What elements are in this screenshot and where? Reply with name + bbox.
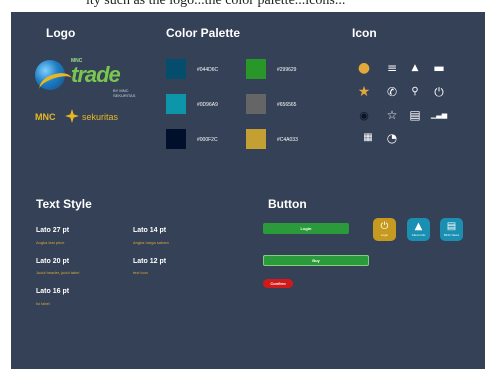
menu-icon: ≡ bbox=[386, 61, 398, 75]
confirm-button[interactable]: Confirm bbox=[263, 279, 293, 288]
account-circle-icon: ● bbox=[357, 60, 371, 76]
text-style-lato-16: Lato 16 pt bbox=[36, 288, 70, 295]
client-info-tile-button[interactable]: ▲ Client Info bbox=[407, 218, 430, 241]
color-palette-heading: Color Palette bbox=[166, 26, 241, 40]
swatch-label: #0D96A9 bbox=[197, 102, 218, 108]
text-style-lato-12-desc: text icon bbox=[133, 270, 148, 275]
swatch-label: #299629 bbox=[277, 67, 297, 73]
text-style-lato-12: Lato 12 pt bbox=[133, 258, 167, 265]
document-icon: ▤ bbox=[446, 221, 457, 232]
text-style-lato-14-desc: Angka harga saham bbox=[133, 240, 169, 245]
text-style-lato-27: Lato 27 pt bbox=[36, 227, 70, 234]
swatch-c4a033 bbox=[246, 129, 266, 149]
swatch-000f2c bbox=[166, 129, 186, 149]
swatch-label: #C4A033 bbox=[277, 137, 298, 143]
buy-button[interactable]: Buy bbox=[263, 255, 369, 266]
swatch-044d6c bbox=[166, 59, 186, 79]
swatch-label: #044D6C bbox=[197, 67, 219, 73]
phone-icon: ✆ bbox=[386, 85, 398, 99]
swatch-656565 bbox=[246, 94, 266, 114]
login-tile-button[interactable]: ⏻ Login bbox=[373, 218, 396, 241]
style-guide-board: Logo Color Palette Icon Text Style Butto… bbox=[11, 12, 485, 369]
search-icon: ⚲ bbox=[411, 86, 419, 97]
text-style-lato-14: Lato 14 pt bbox=[133, 227, 167, 234]
logo-heading: Logo bbox=[46, 26, 76, 40]
text-style-lato-20-desc: Judul header, judul tabel bbox=[36, 270, 80, 275]
star-mark-icon bbox=[65, 109, 79, 123]
news-tile-button[interactable]: ▤ MNC News bbox=[440, 218, 463, 241]
pie-chart-icon: ◔ bbox=[386, 131, 398, 145]
text-style-heading: Text Style bbox=[36, 197, 92, 211]
document-top-strip: ity such as the logo...the color palette… bbox=[0, 0, 496, 12]
login-button[interactable]: Login bbox=[263, 223, 349, 234]
swatch-label: #000F2C bbox=[197, 137, 218, 143]
icon-heading: Icon bbox=[352, 26, 377, 40]
mnc-sekuritas-logo: MNC sekuritas bbox=[35, 108, 145, 128]
tile-label: Login bbox=[380, 233, 389, 237]
swatch-label: #656565 bbox=[277, 102, 297, 108]
person-icon: ▲ bbox=[414, 221, 423, 232]
top-caption: ity such as the logo...the color palette… bbox=[86, 0, 346, 8]
swatch-299629 bbox=[246, 59, 266, 79]
person-icon: ▲ bbox=[411, 62, 419, 73]
tile-label: MNC News bbox=[443, 233, 460, 237]
logo-subtext: BY MNC SEKURITAS bbox=[113, 88, 136, 98]
star-outline-icon: ☆ bbox=[386, 108, 398, 122]
document-icon: ▤ bbox=[409, 108, 421, 122]
logo2-left-text: MNC bbox=[35, 112, 56, 122]
logo2-right-text: sekuritas bbox=[82, 112, 119, 122]
star-filled-icon: ★ bbox=[357, 84, 371, 100]
text-style-lato-27-desc: Angka last price bbox=[36, 240, 65, 245]
logo-wordmark: trade bbox=[71, 62, 121, 87]
bar-chart-icon: ▁▃▅ bbox=[430, 110, 448, 119]
text-style-lato-16-desc: Isi tabel bbox=[36, 301, 50, 306]
tile-label: Client Info bbox=[411, 233, 426, 237]
power-icon: ⏻ bbox=[380, 221, 389, 232]
calculator-icon: ▦ bbox=[363, 132, 373, 143]
swatch-0d96a9 bbox=[166, 94, 186, 114]
power-icon: ⏻ bbox=[434, 85, 444, 99]
card-icon: ▬ bbox=[433, 61, 445, 75]
eye-icon: ◉ bbox=[359, 108, 369, 122]
button-heading: Button bbox=[268, 197, 307, 211]
mnc-trade-logo: MNC trade BY MNC SEKURITAS bbox=[35, 56, 145, 100]
text-style-lato-20: Lato 20 pt bbox=[36, 258, 70, 265]
